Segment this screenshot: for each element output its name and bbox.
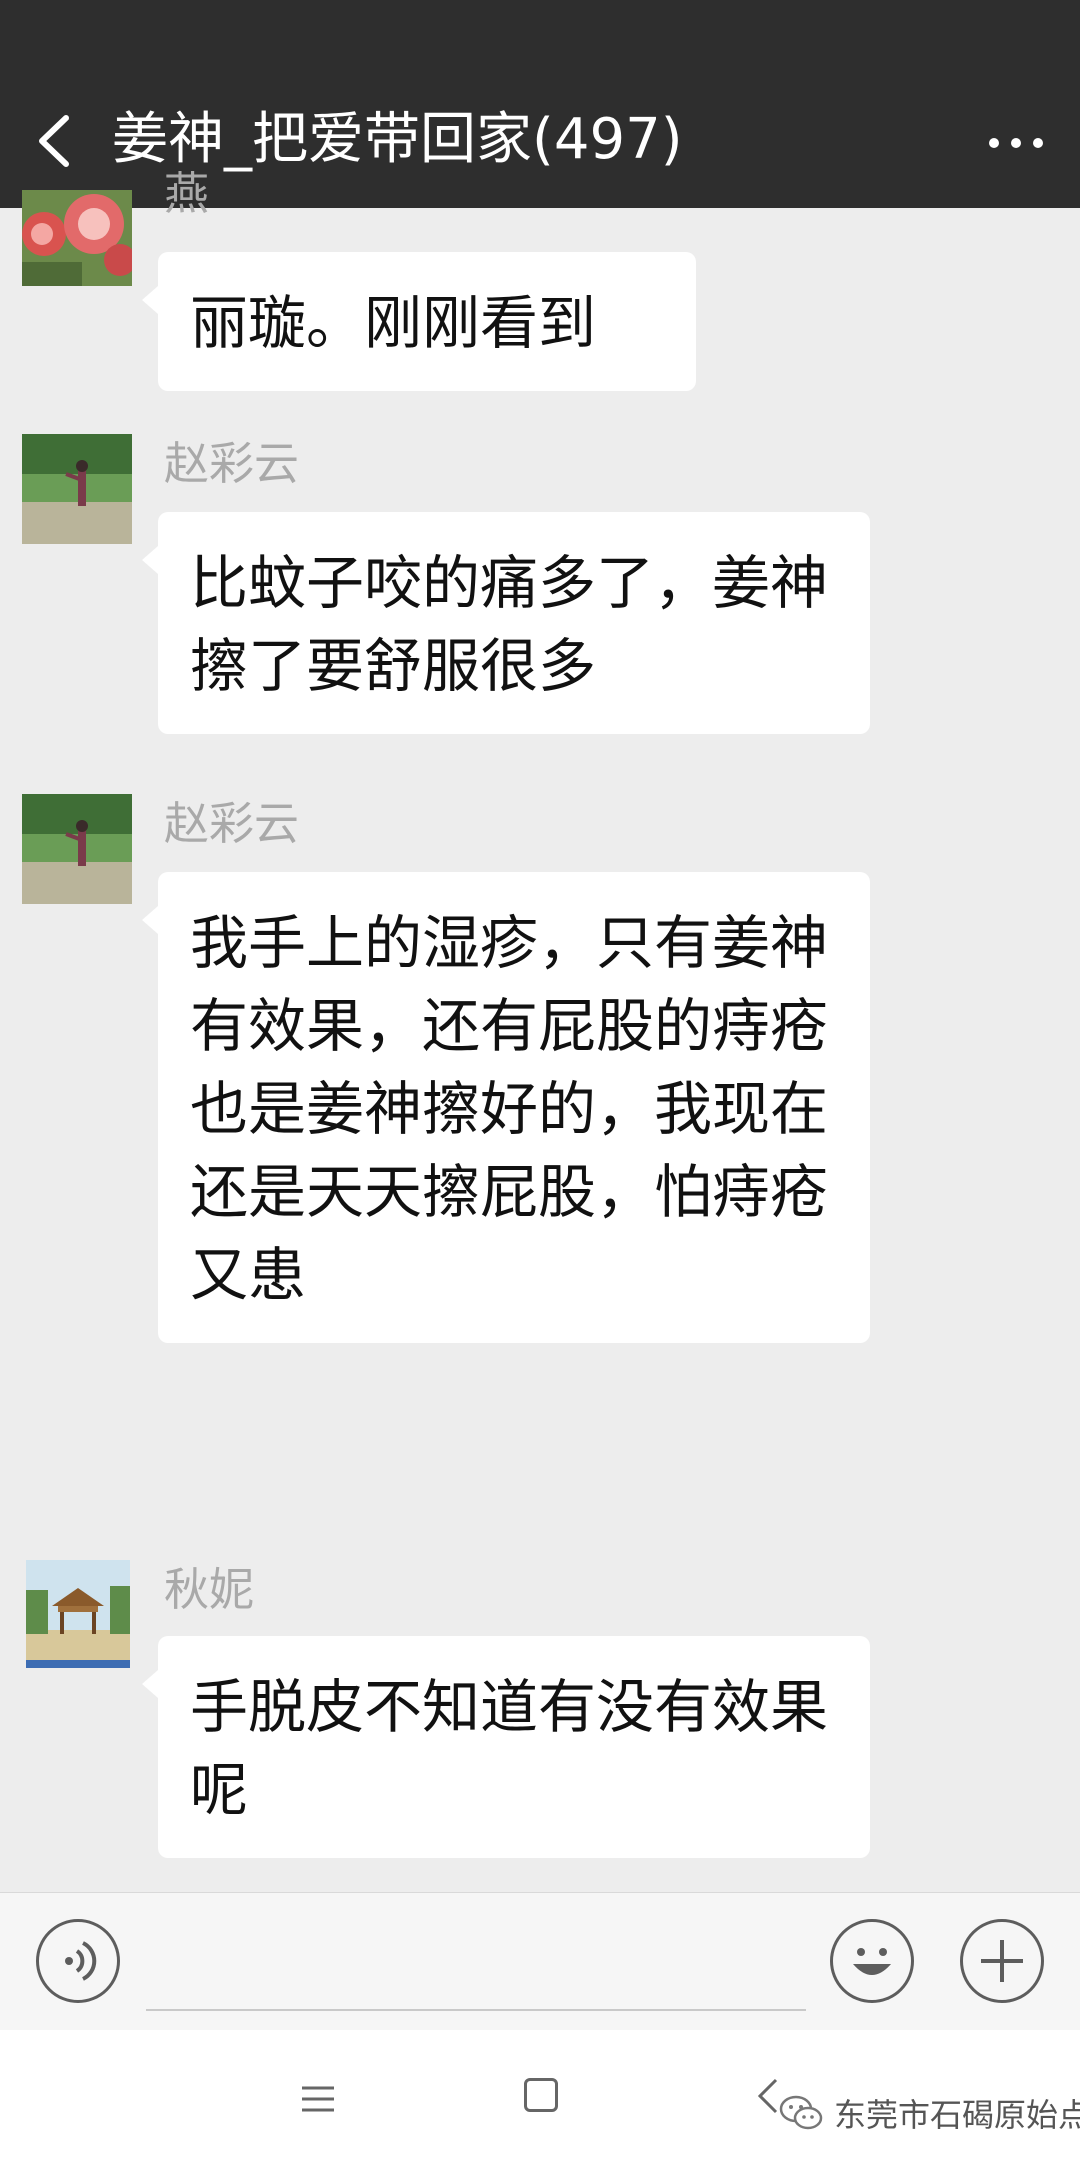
wechat-logo-icon (779, 2095, 823, 2130)
voice-button[interactable] (36, 1919, 120, 2003)
park-photo-avatar[interactable] (22, 434, 132, 544)
watermark: 东莞市石碣原始点 (778, 2090, 1080, 2136)
sender-name: 赵彩云 (164, 797, 300, 850)
pavilion-photo-avatar[interactable] (26, 1560, 130, 1668)
sender-name: 燕 (164, 167, 210, 220)
menu-icon (302, 2086, 334, 2112)
emoji-button[interactable] (830, 1919, 914, 2003)
more-horizontal-icon (989, 138, 1043, 148)
plus-button[interactable] (960, 1919, 1044, 2003)
message-bubble[interactable]: 我手上的湿疹，只有姜神有效果，还有屁股的痔疮也是姜神擦好的，我现在还是天天擦屁股… (142, 872, 870, 1343)
back-button[interactable] (30, 110, 80, 172)
more-button[interactable] (986, 118, 1046, 168)
watermark-text: 东莞市石碣原始点 (834, 2096, 1080, 2134)
message-bubble[interactable]: 比蚊子咬的痛多了，姜神擦了要舒服很多 (142, 512, 870, 734)
system-nav-bar: 东莞市石碣原始点 (0, 2030, 1080, 2160)
chat-screen: 姜神_把爱带回家(497) 燕 丽璇。刚刚看到 赵彩云 比蚊子咬的痛多了，姜神擦… (0, 0, 1080, 2160)
voice-icon (65, 1941, 97, 1981)
nav-menu-button[interactable] (296, 2082, 340, 2116)
emoji-icon (853, 1948, 891, 1975)
sender-name: 赵彩云 (164, 437, 300, 490)
sender-name: 秋妮 (164, 1563, 255, 1616)
plus-icon (981, 1940, 1023, 1982)
home-square-icon[interactable] (524, 2078, 558, 2112)
peony-flower-avatar[interactable] (22, 190, 132, 286)
message-bubble[interactable]: 丽璇。刚刚看到 (142, 252, 696, 391)
chevron-left-icon (39, 115, 69, 167)
message-input[interactable] (146, 1913, 806, 2011)
message-input-bar (0, 1892, 1080, 2031)
park-photo-avatar[interactable] (22, 794, 132, 904)
message-bubble[interactable]: 手脱皮不知道有没有效果呢 (142, 1636, 870, 1858)
chat-header: 姜神_把爱带回家(497) (0, 0, 1080, 208)
